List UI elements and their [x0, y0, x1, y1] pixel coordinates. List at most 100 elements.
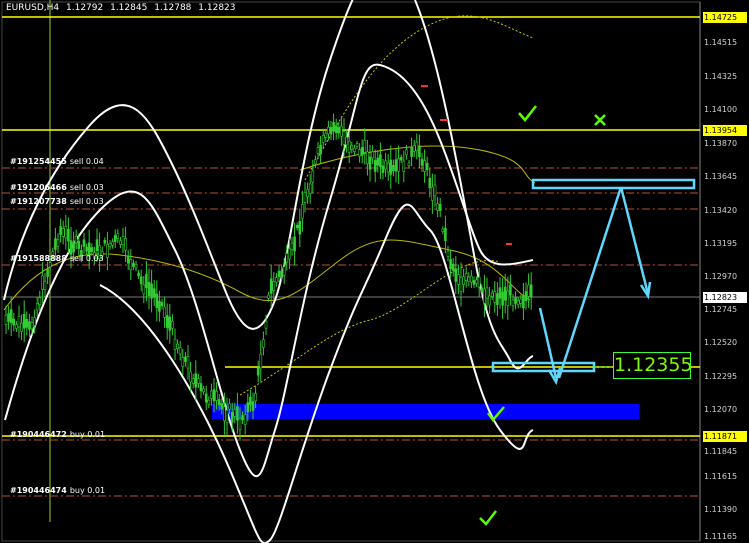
candle-body	[43, 280, 47, 290]
order-label[interactable]: #191207738 sell 0.03	[10, 197, 104, 206]
candle-body	[116, 233, 120, 239]
candle-body	[425, 162, 429, 171]
candle-body	[384, 160, 387, 170]
price-tick: 1.13645	[704, 172, 738, 181]
candle-body	[516, 300, 520, 305]
candle-body	[368, 156, 372, 170]
candle-body	[329, 126, 333, 134]
candle-body	[155, 293, 159, 308]
candle-body	[308, 183, 312, 195]
candle-body	[121, 236, 125, 246]
price-tick: 1.11165	[704, 532, 738, 541]
order-label[interactable]: #191588888 sell 0.03	[10, 254, 104, 263]
candle-body	[197, 378, 200, 384]
candle-body	[288, 248, 291, 260]
candle-body	[441, 228, 445, 232]
key-levels	[2, 16, 700, 437]
candle-body	[272, 281, 276, 291]
candle-body	[389, 159, 393, 175]
price-tick: 1.13195	[704, 239, 738, 248]
candle-body	[522, 295, 525, 309]
candle-body	[194, 373, 198, 388]
high-value: 1.12845	[110, 3, 148, 13]
candle-body	[220, 403, 224, 410]
moving-averages	[239, 15, 534, 396]
order-label[interactable]: #191206466 sell 0.03	[10, 183, 104, 192]
order-label[interactable]: #190446472 buy 0.01	[10, 430, 105, 439]
candle-body	[212, 389, 216, 402]
order-label[interactable]: #190446474 buy 0.01	[10, 486, 105, 495]
candle-body	[431, 186, 434, 201]
candle-body	[48, 262, 52, 268]
candle-body	[202, 388, 205, 393]
candle-body	[397, 158, 400, 172]
candle-body	[233, 409, 237, 417]
candle-body	[467, 276, 471, 282]
candle-body	[285, 253, 289, 263]
candle-body	[490, 292, 494, 297]
candle-body	[228, 403, 231, 410]
candle-body	[358, 149, 361, 157]
candle-body	[319, 144, 322, 155]
candle-body	[415, 141, 419, 152]
chart-frame	[1, 1, 701, 542]
candle-body	[405, 149, 408, 156]
candle-body	[230, 412, 234, 423]
open-value: 1.12792	[66, 3, 104, 13]
candle-body	[376, 157, 380, 166]
candle-body	[147, 281, 151, 297]
candle-body	[7, 313, 10, 322]
candle-body	[457, 274, 460, 285]
candle-body	[163, 306, 166, 318]
candle-body	[480, 287, 484, 292]
candle-body	[72, 241, 75, 253]
candle-body	[267, 294, 270, 299]
candle-body	[293, 236, 296, 252]
candle-body	[350, 145, 354, 150]
candle-body	[509, 284, 512, 296]
order-lines	[2, 167, 700, 497]
order-label[interactable]: #191254455 sell 0.04	[10, 157, 104, 166]
candle-body	[485, 287, 489, 299]
candle-body	[168, 316, 172, 331]
candle-body	[17, 316, 21, 328]
candle-body	[511, 299, 515, 307]
candle-body	[496, 293, 499, 305]
candle-body	[527, 284, 530, 297]
candle-body	[472, 280, 476, 285]
candle-body	[225, 410, 229, 423]
candle-body	[298, 221, 302, 235]
candle-body	[33, 317, 36, 326]
candle-body	[158, 300, 161, 312]
candle-body	[470, 275, 473, 283]
candle-body	[407, 162, 411, 167]
candle-body	[402, 160, 406, 172]
candle-body	[275, 277, 278, 283]
candle-body	[85, 247, 88, 252]
candle-body	[132, 262, 135, 267]
candle-body	[139, 276, 143, 285]
price-tick: 1.12745	[704, 305, 738, 314]
price-tick: 1.11845	[704, 447, 738, 456]
candle-body	[30, 322, 34, 330]
candle-body	[321, 135, 325, 143]
candle-body	[64, 226, 68, 239]
candle-body	[446, 250, 450, 257]
candle-body	[236, 406, 239, 421]
candle-body	[181, 357, 185, 367]
candle-body	[189, 371, 192, 383]
candle-body	[345, 136, 348, 146]
candle-body	[280, 270, 283, 277]
candle-body	[241, 415, 244, 421]
candle-body	[438, 203, 442, 211]
candle-body	[301, 204, 304, 219]
candle-body	[246, 402, 250, 413]
candle-body	[90, 247, 94, 252]
candle-body	[165, 315, 169, 328]
candle-body	[436, 203, 439, 211]
price-chart[interactable]	[0, 0, 749, 543]
candle-body	[418, 145, 421, 158]
candle-body	[259, 353, 263, 369]
candle-body	[119, 240, 122, 245]
candle-body	[477, 276, 481, 288]
